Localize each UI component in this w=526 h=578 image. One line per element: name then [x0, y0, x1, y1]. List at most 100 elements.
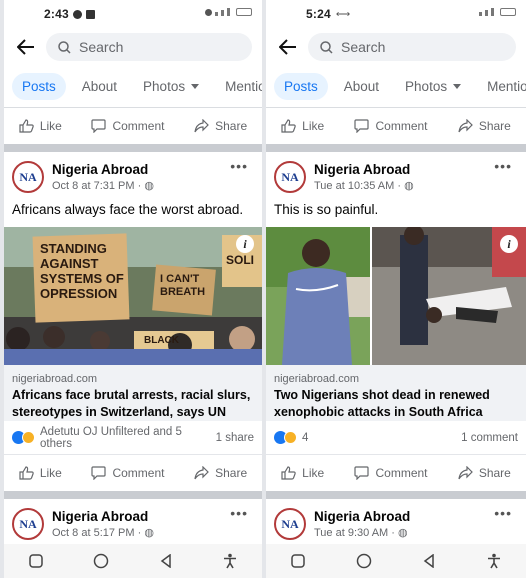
post-image-protest[interactable]: STANDING AGAINST SYSTEMS OF OPRESSION I …: [4, 227, 262, 365]
post-time[interactable]: Oct 8 at 5:17 PM · ◍: [52, 526, 154, 539]
page-tabs: Posts About Photos Mentions: [4, 66, 262, 108]
link-preview[interactable]: nigeriabroad.com Africans face brutal ar…: [4, 365, 262, 421]
post-header: NA Nigeria Abroad Oct 8 at 7:31 PM · ◍ •…: [4, 152, 262, 202]
share-count[interactable]: 1 share: [216, 432, 254, 444]
comment-label: Comment: [375, 466, 428, 480]
page-avatar[interactable]: NA: [274, 161, 306, 193]
more-options-icon[interactable]: •••: [230, 505, 248, 521]
like-button[interactable]: Like: [281, 466, 324, 480]
post-header: NA Nigeria Abroad Tue at 10:35 AM · ◍ ••…: [266, 152, 526, 202]
page-avatar[interactable]: NA: [12, 508, 44, 540]
globe-icon: ◍: [397, 527, 408, 539]
comment-button[interactable]: Comment: [91, 119, 164, 133]
news-photo: [266, 227, 526, 365]
home-icon[interactable]: [356, 553, 372, 569]
status-bar: 5:24 ⟷: [266, 0, 526, 28]
page-avatar[interactable]: NA: [12, 161, 44, 193]
back-icon[interactable]: [159, 554, 173, 568]
thumbs-up-icon: [281, 466, 296, 480]
tab-about[interactable]: About: [334, 73, 389, 100]
share-button[interactable]: Share: [194, 119, 247, 133]
sad-reaction-icon: [284, 431, 297, 444]
system-nav-bar: [4, 544, 262, 578]
avatar-text: NA: [281, 516, 299, 531]
system-nav-bar: [266, 544, 526, 578]
post-actions: Like Comment Share: [266, 108, 526, 144]
post-time[interactable]: Oct 8 at 7:31 PM · ◍: [52, 179, 154, 192]
tab-posts[interactable]: Posts: [274, 73, 328, 100]
sign-text-3: SOLI: [226, 253, 255, 267]
back-arrow-icon[interactable]: [276, 35, 300, 59]
sign-text-2: I CAN'T BREATH: [160, 273, 206, 298]
signal-icon: [479, 12, 482, 16]
post-author[interactable]: Nigeria Abroad: [52, 162, 154, 177]
reactions-count: 4: [302, 431, 309, 444]
link-preview[interactable]: nigeriabroad.com Two Nigerians shot dead…: [266, 365, 526, 421]
search-icon: [58, 40, 71, 54]
divider: [266, 491, 526, 499]
link-title: Africans face brutal arrests, racial slu…: [12, 388, 251, 419]
share-button[interactable]: Share: [458, 119, 511, 133]
tab-mentions[interactable]: Mentions: [215, 73, 262, 100]
post-author[interactable]: Nigeria Abroad: [52, 509, 154, 524]
post-time[interactable]: Tue at 10:35 AM · ◍: [314, 179, 414, 192]
share-button[interactable]: Share: [458, 466, 511, 480]
reactions-row[interactable]: 4 1 comment: [266, 421, 526, 455]
comment-count[interactable]: 1 comment: [461, 432, 518, 444]
comment-label: Comment: [112, 119, 165, 133]
recent-apps-icon[interactable]: [291, 554, 305, 568]
comment-button[interactable]: Comment: [354, 119, 428, 133]
like-button[interactable]: Like: [19, 119, 62, 133]
home-icon[interactable]: [93, 553, 109, 569]
like-label: Like: [302, 119, 325, 133]
recent-apps-icon[interactable]: [29, 554, 43, 568]
search-input[interactable]: Search: [46, 33, 252, 61]
more-options-icon[interactable]: •••: [494, 505, 512, 521]
accessibility-icon[interactable]: [223, 553, 237, 569]
post-image-victims[interactable]: i: [266, 227, 526, 365]
share-icon: [458, 119, 473, 133]
tab-label: About: [343, 79, 380, 94]
tab-mentions[interactable]: Mentions: [477, 73, 526, 100]
post-time-text: Tue at 9:30 AM: [314, 527, 389, 539]
back-icon[interactable]: [422, 554, 436, 568]
accessibility-icon[interactable]: [487, 553, 501, 569]
more-options-icon[interactable]: •••: [230, 158, 248, 174]
info-icon[interactable]: i: [500, 235, 518, 253]
avatar-text: NA: [281, 169, 299, 184]
search-input[interactable]: Search: [308, 33, 516, 61]
like-button[interactable]: Like: [281, 119, 324, 133]
more-options-icon[interactable]: •••: [494, 158, 512, 174]
reactions-summary: Adetutu OJ Unfiltered and 5 others: [40, 425, 182, 450]
status-link-icon: ⟷: [335, 8, 351, 20]
tab-photos[interactable]: Photos: [395, 73, 471, 100]
post-author[interactable]: Nigeria Abroad: [314, 162, 414, 177]
sign-text-1: STANDING AGAINST SYSTEMS OF OPRESSION: [40, 241, 124, 301]
back-arrow-icon[interactable]: [14, 35, 38, 59]
signal-icon: [227, 8, 230, 16]
info-icon[interactable]: i: [236, 235, 254, 253]
like-button[interactable]: Like: [19, 466, 62, 480]
page-avatar[interactable]: NA: [274, 508, 306, 540]
tab-posts[interactable]: Posts: [12, 73, 66, 100]
comment-button[interactable]: Comment: [91, 466, 164, 480]
search-row: Search: [4, 28, 262, 66]
globe-icon: ◍: [144, 527, 154, 539]
share-label: Share: [215, 119, 248, 133]
status-time: 2:43: [44, 7, 69, 21]
reactions-row[interactable]: Adetutu OJ Unfiltered and 5 others 1 sha…: [4, 421, 262, 455]
status-time: 5:24: [306, 7, 331, 21]
tab-about[interactable]: About: [72, 73, 127, 100]
comment-button[interactable]: Comment: [354, 466, 428, 480]
share-button[interactable]: Share: [194, 466, 247, 480]
divider: [4, 144, 262, 152]
tab-photos[interactable]: Photos: [133, 73, 209, 100]
thumbs-up-icon: [19, 119, 34, 133]
post-header: NA Nigeria Abroad Tue at 9:30 AM · ◍ •••: [266, 499, 526, 549]
signal-icon: [491, 8, 494, 16]
comment-label: Comment: [375, 119, 428, 133]
right-screen: 5:24 ⟷ Search Posts About Photos Mention…: [266, 0, 526, 578]
chevron-down-icon: [453, 84, 462, 89]
post-time[interactable]: Tue at 9:30 AM · ◍: [314, 526, 410, 539]
post-author[interactable]: Nigeria Abroad: [314, 509, 410, 524]
